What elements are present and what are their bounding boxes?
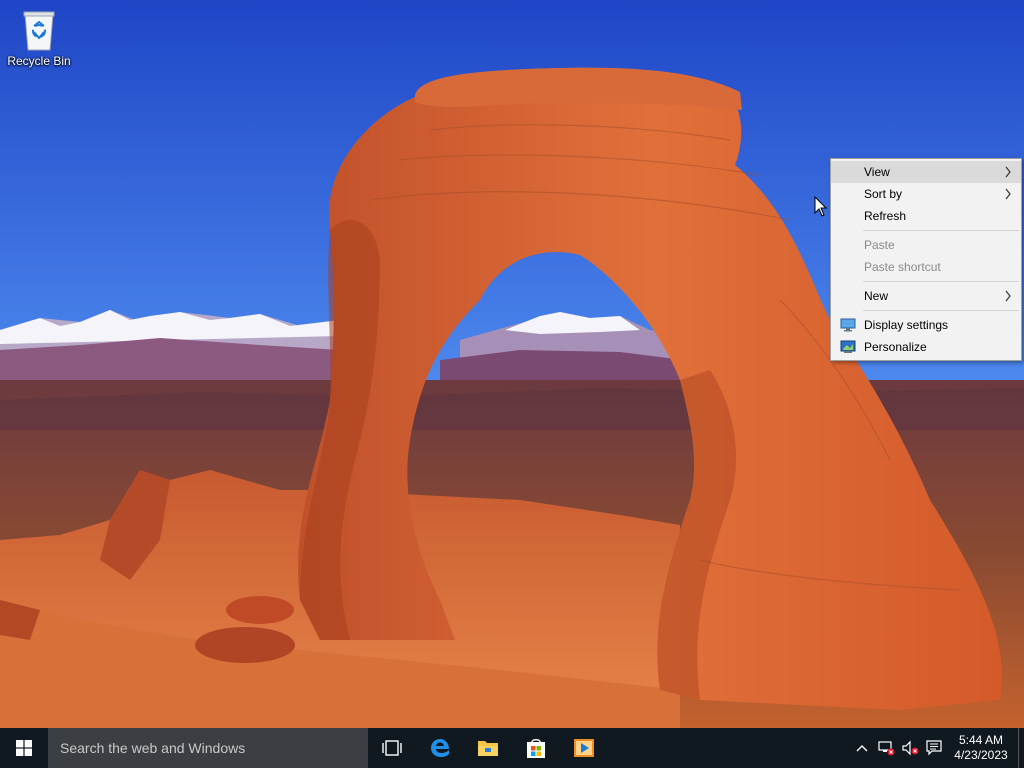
recycle-bin-icon — [23, 11, 55, 51]
file-explorer-icon — [478, 741, 498, 756]
windows-logo-icon — [16, 740, 32, 756]
menu-item-label: Paste shortcut — [864, 260, 941, 274]
taskbar: Search the web and Windows 5:44 AM 4/23/… — [0, 728, 1024, 768]
action-center-button[interactable] — [922, 728, 946, 768]
menu-item-label: Personalize — [864, 340, 927, 354]
start-button[interactable] — [0, 728, 48, 768]
menu-item-display-settings[interactable]: Display settings — [831, 314, 1021, 336]
clock-time: 5:44 AM — [958, 733, 1004, 747]
chevron-right-icon — [1005, 290, 1011, 302]
store-icon — [527, 739, 545, 758]
task-view-icon — [382, 740, 402, 756]
menu-separator — [863, 230, 1019, 231]
clock-date: 4/23/2023 — [954, 748, 1008, 762]
media-player-button[interactable] — [560, 728, 608, 768]
system-tray: 5:44 AM 4/23/2023 — [850, 728, 1024, 768]
desktop-wallpaper[interactable] — [0, 0, 1024, 728]
menu-item-label: View — [864, 165, 890, 179]
menu-item-label: Paste — [864, 238, 895, 252]
action-center-icon — [926, 740, 942, 756]
store-button[interactable] — [512, 728, 560, 768]
menu-item-paste: Paste — [831, 234, 1021, 256]
network-error-icon — [878, 741, 895, 756]
desktop-icon-recycle-bin[interactable]: Recycle Bin — [4, 6, 74, 76]
volume-button[interactable] — [898, 728, 922, 768]
desktop-context-menu: View Sort by Refresh Paste Paste shortcu… — [830, 158, 1022, 361]
taskbar-pinned-apps — [368, 728, 608, 768]
media-player-icon — [574, 739, 594, 757]
menu-item-paste-shortcut: Paste shortcut — [831, 256, 1021, 278]
file-explorer-button[interactable] — [464, 728, 512, 768]
search-input[interactable]: Search the web and Windows — [48, 728, 368, 768]
taskbar-clock[interactable]: 5:44 AM 4/23/2023 — [946, 733, 1016, 763]
menu-item-view[interactable]: View — [831, 161, 1021, 183]
chevron-right-icon — [1005, 188, 1011, 200]
chevron-right-icon — [1005, 166, 1011, 178]
search-placeholder: Search the web and Windows — [60, 740, 246, 756]
menu-item-label: Refresh — [864, 209, 907, 223]
menu-item-new[interactable]: New — [831, 285, 1021, 307]
network-button[interactable] — [874, 728, 898, 768]
menu-separator — [863, 310, 1019, 311]
menu-item-refresh[interactable]: Refresh — [831, 205, 1021, 227]
show-desktop-button[interactable] — [1018, 728, 1024, 768]
edge-icon — [431, 739, 449, 757]
task-view-button[interactable] — [368, 728, 416, 768]
menu-item-sort-by[interactable]: Sort by — [831, 183, 1021, 205]
menu-item-label: New — [864, 289, 889, 303]
edge-button[interactable] — [416, 728, 464, 768]
chevron-up-icon — [856, 745, 868, 752]
menu-item-label: Display settings — [864, 318, 949, 332]
show-hidden-icons-button[interactable] — [850, 728, 874, 768]
menu-item-label: Sort by — [864, 187, 903, 201]
personalize-icon — [840, 340, 856, 353]
desktop-icon-label: Recycle Bin — [7, 54, 71, 68]
display-settings-icon — [840, 318, 856, 332]
menu-item-personalize[interactable]: Personalize — [831, 336, 1021, 358]
menu-separator — [863, 281, 1019, 282]
volume-muted-icon — [902, 740, 919, 756]
